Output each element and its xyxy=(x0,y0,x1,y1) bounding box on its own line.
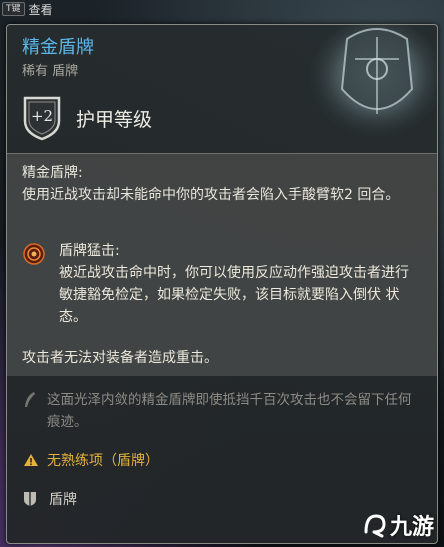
watermark-text: 九游 xyxy=(389,515,434,540)
armor-class-row: +2 护甲等级 xyxy=(22,95,152,141)
inspect-hint-label: 查看 xyxy=(28,2,53,17)
shield-outline-icon: +2 xyxy=(22,95,62,141)
lore-text: 这面光泽内敛的精金盾牌即使抵挡千百次攻击也不会留下任何痕迹。 xyxy=(47,392,412,430)
main-effect: 精金盾牌: 使用近战攻击却未能命中你的攻击者会陷入手酸臂软2 回合。 xyxy=(22,162,422,206)
inspect-hint[interactable]: T键 查看 xyxy=(0,0,53,18)
site-watermark: 九游 xyxy=(362,509,434,541)
proficiency-warning: 无熟练项（盾牌） xyxy=(47,453,159,469)
shield-bash-icon xyxy=(23,243,45,265)
item-tooltip: 精金盾牌 稀有 盾牌 +2 护甲等级 精金盾牌: 使用近战攻击却未能命中你的攻击… xyxy=(6,24,438,544)
main-effect-description: 使用近战攻击却未能命中你的攻击者会陷入手酸臂软2 回合。 xyxy=(22,187,400,203)
critical-immunity-note: 攻击者无法对装备者造成重击。 xyxy=(22,350,218,366)
warning-triangle-icon xyxy=(24,454,38,466)
jiuyou-logo-icon xyxy=(364,514,386,538)
shield-small-icon xyxy=(24,492,36,506)
armor-bonus-value: +2 xyxy=(30,107,54,125)
shield-bash-description: 被近战攻击命中时，你可以使用反应动作强迫攻击者进行敏捷豁免检定，如果检定失败，该… xyxy=(59,265,409,325)
tooltip-header: 精金盾牌 稀有 盾牌 +2 护甲等级 xyxy=(7,25,437,153)
proficiency-warning-row: 无熟练项（盾牌） xyxy=(23,450,159,470)
hotkey-badge: T键 xyxy=(2,2,25,16)
main-effect-title: 精金盾牌: xyxy=(22,165,83,181)
item-artwork-icon xyxy=(309,25,437,143)
shield-bash-title: 盾牌猛击: xyxy=(59,243,120,259)
quill-icon xyxy=(25,392,35,407)
item-type: 盾牌 xyxy=(49,492,77,508)
armor-class-label: 护甲等级 xyxy=(76,108,153,131)
game-screen: T键 查看 精金盾牌 稀有 盾牌 +2 护甲等级 精金盾牌: 使用近战攻击却未能… xyxy=(0,0,444,547)
item-rarity-type: 稀有 盾牌 xyxy=(22,64,79,79)
item-type-row: 盾牌 xyxy=(23,489,77,509)
effects-panel: 精金盾牌: 使用近战攻击却未能命中你的攻击者会陷入手酸臂软2 回合。 盾牌猛击:… xyxy=(7,153,437,376)
item-name: 精金盾牌 xyxy=(22,37,94,58)
